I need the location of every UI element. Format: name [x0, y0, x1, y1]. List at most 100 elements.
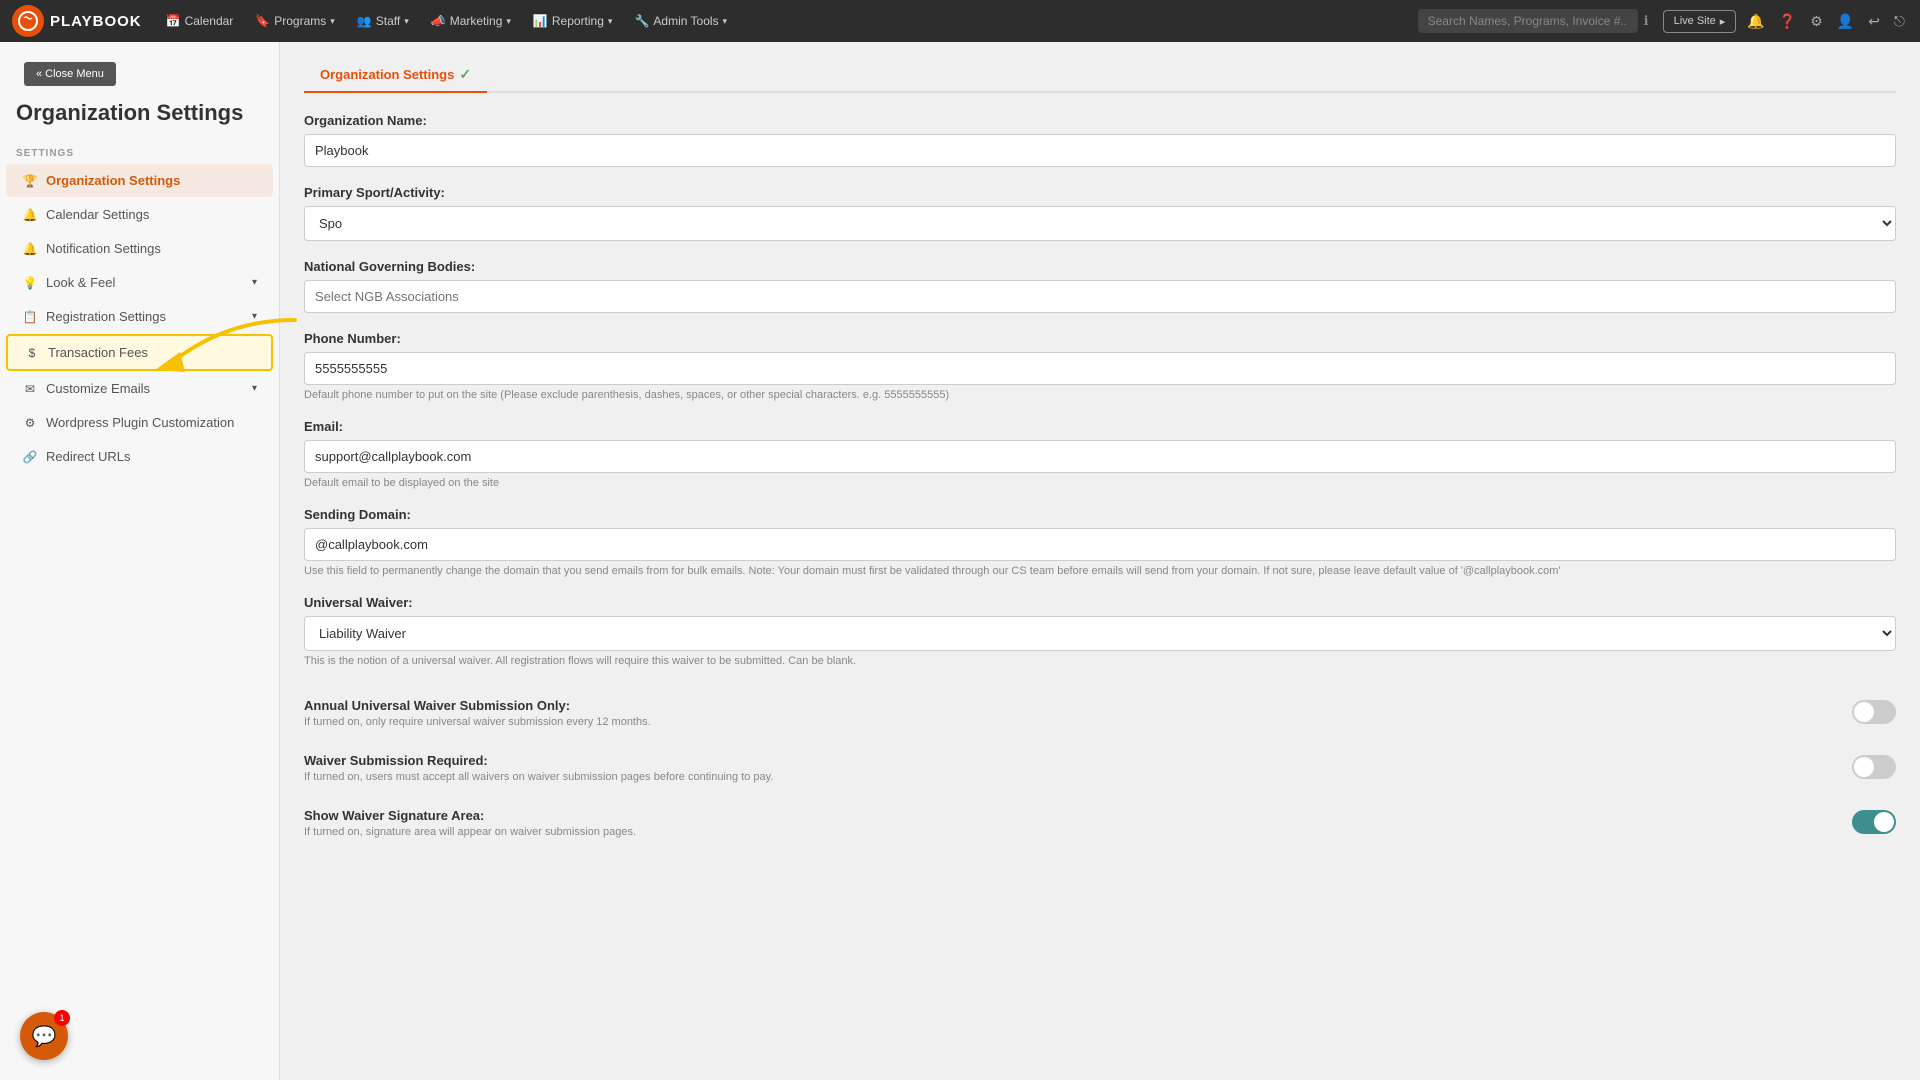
chat-bubble[interactable]: 💬 1	[20, 1012, 68, 1060]
logo[interactable]: PLAYBOOK	[12, 5, 142, 37]
reporting-arrow: ▾	[608, 16, 613, 27]
nav-marketing[interactable]: 📣 Marketing ▾	[423, 10, 519, 32]
show-waiver-row: Show Waiver Signature Area: If turned on…	[304, 795, 1896, 850]
back-icon[interactable]: ↩	[1865, 10, 1883, 33]
settings-icon[interactable]: ⚙	[1807, 10, 1826, 33]
waiver-required-info: Waiver Submission Required: If turned on…	[304, 753, 1836, 783]
top-navigation: PLAYBOOK 📅 Calendar 🔖 Programs ▾ 👥 Staff…	[0, 0, 1920, 42]
waiver-required-toggle-thumb	[1854, 757, 1874, 777]
email-icon: ✉	[22, 382, 38, 396]
waiver-required-row: Waiver Submission Required: If turned on…	[304, 740, 1896, 795]
live-site-button[interactable]: Live Site ▸	[1663, 10, 1737, 33]
sidebar-item-calendar-settings[interactable]: 🔔 Calendar Settings	[6, 198, 273, 231]
universal-waiver-label: Universal Waiver:	[304, 595, 1896, 610]
primary-sport-label: Primary Sport/Activity:	[304, 185, 1896, 200]
sidebar-item-wordpress[interactable]: ⚙ Wordpress Plugin Customization	[6, 406, 273, 439]
wordpress-icon: ⚙	[22, 416, 38, 430]
phone-hint: Default phone number to put on the site …	[304, 389, 1896, 401]
annual-waiver-toggle-thumb	[1854, 702, 1874, 722]
staff-arrow: ▾	[404, 16, 409, 27]
phone-input[interactable]	[304, 352, 1896, 385]
org-name-input[interactable]	[304, 134, 1896, 167]
admin-tools-arrow: ▾	[723, 16, 728, 27]
exit-icon[interactable]: ⎋	[1891, 10, 1908, 33]
show-waiver-toggle[interactable]	[1852, 810, 1896, 834]
sending-domain-hint: Use this field to permanently change the…	[304, 565, 1896, 577]
notification-icon[interactable]: 🔔	[1744, 10, 1767, 33]
phone-label: Phone Number:	[304, 331, 1896, 346]
user-profile-icon[interactable]: 👤	[1834, 10, 1857, 33]
nav-admin-tools[interactable]: 🔧 Admin Tools ▾	[626, 10, 735, 32]
annual-waiver-desc: If turned on, only require universal wai…	[304, 716, 1836, 728]
waiver-required-title: Waiver Submission Required:	[304, 753, 1836, 768]
email-label: Email:	[304, 419, 1896, 434]
sidebar-item-transaction-fees[interactable]: $ Transaction Fees	[6, 334, 273, 371]
registration-chevron-icon: ▾	[252, 311, 257, 322]
sidebar-item-notification-settings[interactable]: 🔔 Notification Settings	[6, 232, 273, 265]
show-waiver-desc: If turned on, signature area will appear…	[304, 826, 1836, 838]
sidebar-item-organization-settings[interactable]: 🏆 Organization Settings	[6, 164, 273, 197]
programs-icon: 🔖	[255, 14, 270, 28]
trophy-icon: 🏆	[22, 174, 38, 188]
nav-calendar[interactable]: 📅 Calendar	[158, 10, 242, 32]
logo-text: PLAYBOOK	[50, 13, 142, 30]
sidebar: « Close Menu Organization Settings SETTI…	[0, 42, 280, 1080]
main-content: Organization Settings ✓ Organization Nam…	[280, 42, 1920, 1080]
sidebar-page-title: Organization Settings	[0, 96, 279, 142]
search-help-icon: ℹ	[1644, 13, 1649, 29]
registration-icon: 📋	[22, 310, 38, 324]
sidebar-item-look-and-feel[interactable]: 💡 Look & Feel ▾	[6, 266, 273, 299]
link-icon: 🔗	[22, 450, 38, 464]
org-name-section: Organization Name:	[304, 113, 1896, 167]
email-input[interactable]	[304, 440, 1896, 473]
dollar-icon: $	[24, 346, 40, 360]
universal-waiver-section: Universal Waiver: Liability Waiver This …	[304, 595, 1896, 667]
universal-waiver-select[interactable]: Liability Waiver	[304, 616, 1896, 651]
marketing-icon: 📣	[431, 14, 446, 28]
annual-waiver-row: Annual Universal Waiver Submission Only:…	[304, 685, 1896, 740]
show-waiver-toggle-thumb	[1874, 812, 1894, 832]
programs-arrow: ▾	[330, 16, 335, 27]
waiver-required-toggle[interactable]	[1852, 755, 1896, 779]
ngb-input[interactable]	[304, 280, 1896, 313]
sidebar-item-customize-emails[interactable]: ✉ Customize Emails ▾	[6, 372, 273, 405]
live-site-arrow: ▸	[1720, 15, 1726, 28]
reporting-icon: 📊	[533, 14, 548, 28]
chat-badge: 1	[54, 1010, 70, 1026]
sending-domain-input[interactable]	[304, 528, 1896, 561]
tab-organization-settings[interactable]: Organization Settings ✓	[304, 58, 487, 93]
primary-sport-select[interactable]: Spo	[304, 206, 1896, 241]
look-icon: 💡	[22, 276, 38, 290]
annual-waiver-toggle[interactable]	[1852, 700, 1896, 724]
page-wrapper: « Close Menu Organization Settings SETTI…	[0, 42, 1920, 1080]
annual-waiver-info: Annual Universal Waiver Submission Only:…	[304, 698, 1836, 728]
sending-domain-section: Sending Domain: Use this field to perman…	[304, 507, 1896, 577]
look-chevron-icon: ▾	[252, 277, 257, 288]
nav-reporting[interactable]: 📊 Reporting ▾	[525, 10, 621, 32]
close-menu-button[interactable]: « Close Menu	[24, 62, 116, 86]
marketing-arrow: ▾	[506, 16, 511, 27]
staff-icon: 👥	[357, 14, 372, 28]
email-section: Email: Default email to be displayed on …	[304, 419, 1896, 489]
logo-icon	[12, 5, 44, 37]
search-input[interactable]	[1418, 9, 1638, 33]
settings-section-label: SETTINGS	[0, 142, 279, 163]
sending-domain-label: Sending Domain:	[304, 507, 1896, 522]
calendar-icon: 📅	[166, 14, 181, 28]
annual-waiver-title: Annual Universal Waiver Submission Only:	[304, 698, 1836, 713]
notification-bell-icon: 🔔	[22, 242, 38, 256]
sidebar-item-redirect-urls[interactable]: 🔗 Redirect URLs	[6, 440, 273, 473]
phone-section: Phone Number: Default phone number to pu…	[304, 331, 1896, 401]
nav-programs[interactable]: 🔖 Programs ▾	[247, 10, 343, 32]
primary-sport-section: Primary Sport/Activity: Spo	[304, 185, 1896, 241]
content-tabs: Organization Settings ✓	[304, 58, 1896, 93]
sidebar-item-registration-settings[interactable]: 📋 Registration Settings ▾	[6, 300, 273, 333]
nav-staff[interactable]: 👥 Staff ▾	[349, 10, 417, 32]
help-icon[interactable]: ❓	[1776, 10, 1799, 33]
universal-waiver-hint: This is the notion of a universal waiver…	[304, 655, 1896, 667]
waiver-required-desc: If turned on, users must accept all waiv…	[304, 771, 1836, 783]
admin-tools-icon: 🔧	[634, 14, 649, 28]
show-waiver-title: Show Waiver Signature Area:	[304, 808, 1836, 823]
show-waiver-info: Show Waiver Signature Area: If turned on…	[304, 808, 1836, 838]
topnav-right: Live Site ▸ 🔔 ❓ ⚙ 👤 ↩ ⎋	[1663, 10, 1908, 33]
